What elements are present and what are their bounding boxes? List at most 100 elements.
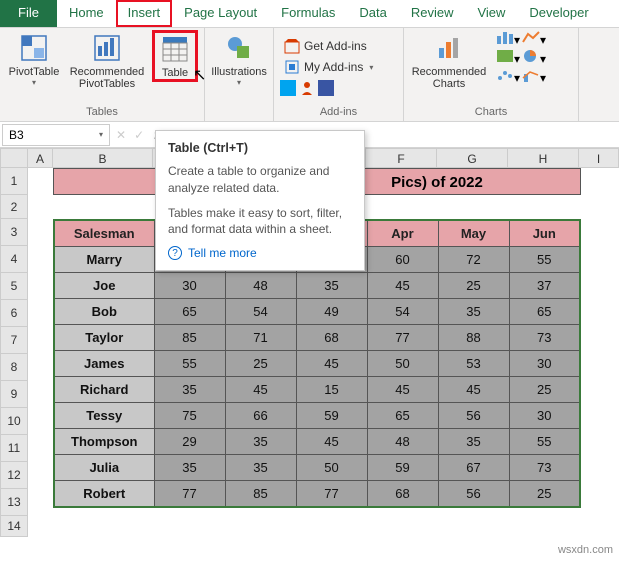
row-header[interactable]: 1	[0, 168, 28, 195]
salesman-cell[interactable]: Robert	[54, 481, 154, 508]
value-cell[interactable]: 77	[296, 481, 367, 508]
value-cell[interactable]: 67	[438, 455, 509, 481]
header-jun[interactable]: Jun	[509, 220, 580, 247]
row-header[interactable]: 7	[0, 327, 28, 354]
tell-me-more-link[interactable]: ? Tell me more	[168, 246, 352, 260]
header-salesman[interactable]: Salesman	[54, 220, 154, 247]
value-cell[interactable]: 55	[154, 351, 225, 377]
salesman-cell[interactable]: Joe	[54, 273, 154, 299]
combo-chart-icon[interactable]: ▾	[522, 68, 546, 85]
value-cell[interactable]: 77	[154, 481, 225, 508]
value-cell[interactable]: 48	[367, 429, 438, 455]
row-header[interactable]: 4	[0, 246, 28, 273]
value-cell[interactable]: 45	[367, 377, 438, 403]
value-cell[interactable]: 35	[438, 429, 509, 455]
row-header[interactable]: 14	[0, 516, 28, 537]
value-cell[interactable]: 77	[367, 325, 438, 351]
value-cell[interactable]: 50	[367, 351, 438, 377]
value-cell[interactable]: 30	[509, 403, 580, 429]
value-cell[interactable]: 37	[509, 273, 580, 299]
recommended-pivot-button[interactable]: Recommended PivotTables	[66, 30, 148, 92]
row-header[interactable]: 12	[0, 462, 28, 489]
value-cell[interactable]: 25	[225, 351, 296, 377]
col-header[interactable]: B	[53, 148, 153, 168]
value-cell[interactable]: 35	[154, 377, 225, 403]
value-cell[interactable]: 72	[438, 247, 509, 273]
value-cell[interactable]: 73	[509, 455, 580, 481]
pivottable-button[interactable]: PivotTable ▾	[6, 30, 62, 89]
value-cell[interactable]: 88	[438, 325, 509, 351]
tab-insert[interactable]: Insert	[116, 0, 173, 27]
illustrations-button[interactable]: Illustrations ▾	[211, 30, 267, 89]
salesman-cell[interactable]: Tessy	[54, 403, 154, 429]
get-addins-button[interactable]: Get Add-ins	[280, 36, 397, 56]
value-cell[interactable]: 85	[154, 325, 225, 351]
value-cell[interactable]: 54	[367, 299, 438, 325]
value-cell[interactable]: 35	[296, 273, 367, 299]
value-cell[interactable]: 54	[225, 299, 296, 325]
col-header[interactable]: A	[28, 148, 53, 168]
row-header[interactable]: 10	[0, 408, 28, 435]
tab-developer[interactable]: Developer	[517, 0, 600, 27]
people-graph-icon[interactable]	[299, 80, 315, 99]
tab-review[interactable]: Review	[399, 0, 466, 27]
col-header[interactable]: F	[366, 148, 437, 168]
row-header[interactable]: 5	[0, 273, 28, 300]
tab-formulas[interactable]: Formulas	[269, 0, 347, 27]
tab-file[interactable]: File	[0, 0, 57, 27]
value-cell[interactable]: 59	[296, 403, 367, 429]
row-header[interactable]: 8	[0, 354, 28, 381]
value-cell[interactable]: 53	[438, 351, 509, 377]
recommended-charts-button[interactable]: Recommended Charts	[410, 30, 488, 92]
row-header[interactable]: 6	[0, 300, 28, 327]
value-cell[interactable]: 25	[509, 377, 580, 403]
value-cell[interactable]: 35	[154, 455, 225, 481]
value-cell[interactable]: 73	[509, 325, 580, 351]
value-cell[interactable]: 35	[438, 299, 509, 325]
hierarchy-chart-icon[interactable]: ▾	[496, 49, 520, 66]
visio-icon[interactable]	[318, 80, 334, 99]
header-apr[interactable]: Apr	[367, 220, 438, 247]
scatter-chart-icon[interactable]: ▾	[496, 68, 520, 85]
row-header[interactable]: 11	[0, 435, 28, 462]
tab-data[interactable]: Data	[347, 0, 398, 27]
value-cell[interactable]: 45	[438, 377, 509, 403]
table-button[interactable]: Table	[152, 30, 198, 82]
value-cell[interactable]: 25	[509, 481, 580, 508]
row-header[interactable]: 9	[0, 381, 28, 408]
salesman-cell[interactable]: Taylor	[54, 325, 154, 351]
value-cell[interactable]: 45	[225, 377, 296, 403]
value-cell[interactable]: 15	[296, 377, 367, 403]
name-box[interactable]: B3 ▾	[2, 124, 110, 146]
my-addins-button[interactable]: My Add-ins ▾	[280, 57, 397, 77]
value-cell[interactable]: 55	[509, 429, 580, 455]
value-cell[interactable]: 29	[154, 429, 225, 455]
value-cell[interactable]: 68	[296, 325, 367, 351]
value-cell[interactable]: 49	[296, 299, 367, 325]
value-cell[interactable]: 30	[154, 273, 225, 299]
value-cell[interactable]: 30	[509, 351, 580, 377]
salesman-cell[interactable]: Thompson	[54, 429, 154, 455]
value-cell[interactable]: 65	[367, 403, 438, 429]
value-cell[interactable]: 56	[438, 481, 509, 508]
value-cell[interactable]: 85	[225, 481, 296, 508]
header-may[interactable]: May	[438, 220, 509, 247]
salesman-cell[interactable]: James	[54, 351, 154, 377]
col-header[interactable]: H	[508, 148, 579, 168]
value-cell[interactable]: 66	[225, 403, 296, 429]
value-cell[interactable]: 60	[367, 247, 438, 273]
salesman-cell[interactable]: Marry	[54, 247, 154, 273]
pie-chart-icon[interactable]: ▾	[522, 49, 546, 66]
tab-page-layout[interactable]: Page Layout	[172, 0, 269, 27]
value-cell[interactable]: 35	[225, 455, 296, 481]
value-cell[interactable]: 35	[225, 429, 296, 455]
value-cell[interactable]: 71	[225, 325, 296, 351]
value-cell[interactable]: 55	[509, 247, 580, 273]
value-cell[interactable]: 56	[438, 403, 509, 429]
value-cell[interactable]: 68	[367, 481, 438, 508]
salesman-cell[interactable]: Julia	[54, 455, 154, 481]
col-header[interactable]: G	[437, 148, 508, 168]
value-cell[interactable]: 45	[296, 429, 367, 455]
value-cell[interactable]: 50	[296, 455, 367, 481]
row-header[interactable]: 13	[0, 489, 28, 516]
